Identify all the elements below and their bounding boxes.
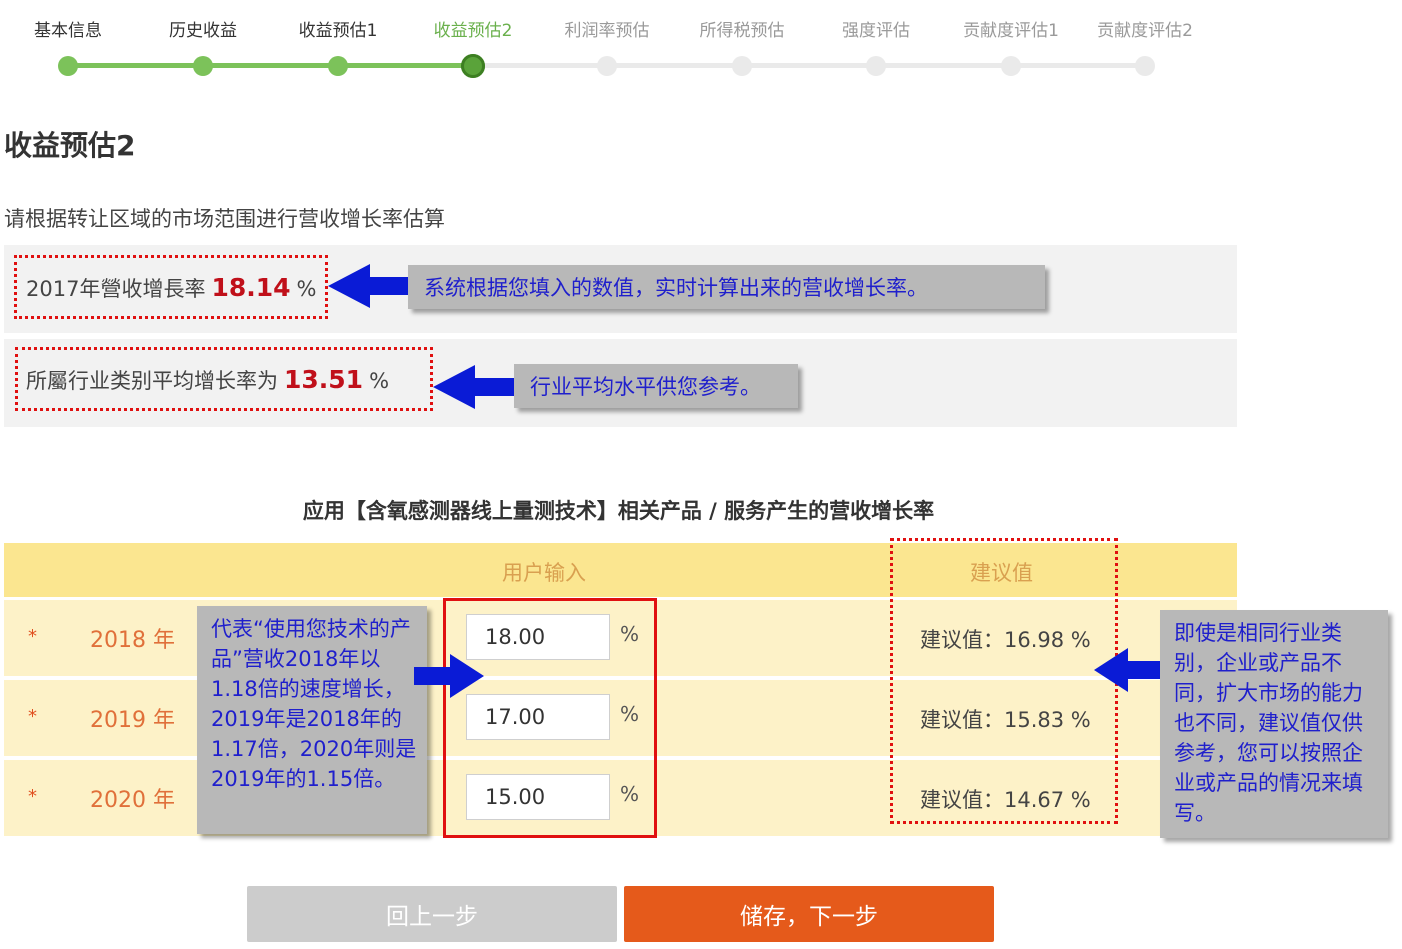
col-header-user-input: 用户输入 [502, 561, 586, 585]
step-dot-2[interactable] [193, 56, 213, 76]
step-dot-8 [1001, 56, 1021, 76]
callout-industry: 行业平均水平供您参考。 [514, 364, 798, 408]
step-dot-9 [1135, 56, 1155, 76]
step-dot-1[interactable] [58, 56, 78, 76]
page-title: 收益预估2 [4, 129, 136, 162]
callout-realtime: 系统根据您填入的数值，实时计算出来的营收增长率。 [408, 265, 1045, 309]
save-next-button[interactable]: 储存，下一步 [624, 886, 994, 942]
step-income-estimate-1[interactable]: 收益预估1 [299, 16, 378, 41]
step-dot-4-current[interactable] [461, 54, 485, 78]
highlight-growth-2017 [14, 255, 328, 319]
row-year-label: 2018 年 [90, 628, 175, 653]
step-contribution-2: 贡献度评估2 [1097, 21, 1193, 41]
step-strength: 强度评估 [842, 21, 910, 41]
table-title: 应用【含氧感测器线上量测技术】相关产品 / 服务产生的营收增长率 [302, 499, 935, 523]
back-button[interactable]: 回上一步 [247, 886, 617, 942]
highlight-suggested-values [890, 538, 1118, 824]
step-dot-7 [866, 56, 886, 76]
step-dot-6 [732, 56, 752, 76]
arrow-right-icon [414, 654, 484, 698]
instruction-text: 请根据转让区域的市场范围进行营收增长率估算 [4, 207, 445, 231]
callout-meaning: 代表“使用您技术的产品”营收2018年以1.18倍的速度增长，2019年是201… [197, 606, 427, 834]
step-basic-info[interactable]: 基本信息 [34, 16, 102, 41]
highlight-industry-avg [15, 347, 433, 411]
arrow-left-icon [328, 264, 416, 308]
required-star: * [28, 626, 37, 647]
step-dot-5 [597, 56, 617, 76]
stepper-track-done [68, 63, 474, 68]
callout-suggest: 即使是相同行业类别，企业或产品不同，扩大市场的能力也不同，建议值仅供参考，您可以… [1160, 610, 1388, 838]
step-dot-3[interactable] [328, 56, 348, 76]
row-year-label: 2019 年 [90, 708, 175, 733]
stepper-track-todo [474, 63, 1146, 68]
arrow-left-icon [433, 365, 521, 409]
step-profit-rate: 利润率预估 [564, 21, 650, 41]
step-history-income[interactable]: 历史收益 [169, 16, 237, 41]
row-year-label: 2020 年 [90, 788, 175, 813]
step-income-tax: 所得税预估 [699, 21, 785, 41]
required-star: * [28, 706, 37, 727]
step-income-estimate-2[interactable]: 收益预估2 [434, 16, 513, 41]
required-star: * [28, 786, 37, 807]
highlight-user-inputs [443, 598, 657, 838]
step-contribution-1: 贡献度评估1 [963, 21, 1059, 41]
arrow-left-icon [1094, 648, 1162, 692]
